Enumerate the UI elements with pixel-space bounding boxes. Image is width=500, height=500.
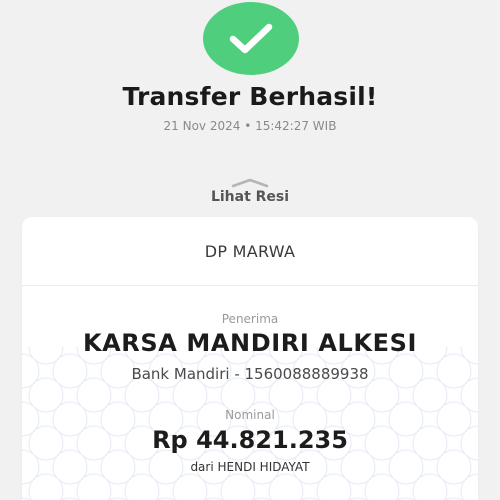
recipient-bank-account: Bank Mandiri - 1560088889938 [131, 365, 369, 383]
chevron-up-icon [231, 178, 269, 188]
card-header: DP MARWA [22, 217, 478, 286]
sender-name: dari HENDI HIDAYAT [190, 460, 310, 474]
transfer-success-screen: Transfer Berhasil! 21 Nov 2024 • 15:42:2… [0, 0, 500, 500]
status-title: Transfer Berhasil! [122, 82, 378, 111]
view-receipt-button[interactable]: Lihat Resi [195, 178, 305, 210]
amount-label: Nominal [225, 408, 275, 422]
view-receipt-label: Lihat Resi [210, 189, 290, 205]
transfer-timestamp: 21 Nov 2024 • 15:42:27 WIB [163, 119, 337, 133]
receipt-card: DP MARWA Penerima KARSA MANDIRI ALKESI B… [22, 217, 478, 500]
transfer-amount: Rp 44.821.235 [152, 426, 348, 454]
recipient-label: Penerima [221, 312, 279, 326]
recipient-name: KARSA MANDIRI ALKESI [82, 329, 418, 357]
check-icon [229, 23, 273, 53]
success-badge [203, 2, 299, 75]
transfer-note: DP MARWA [204, 241, 296, 261]
